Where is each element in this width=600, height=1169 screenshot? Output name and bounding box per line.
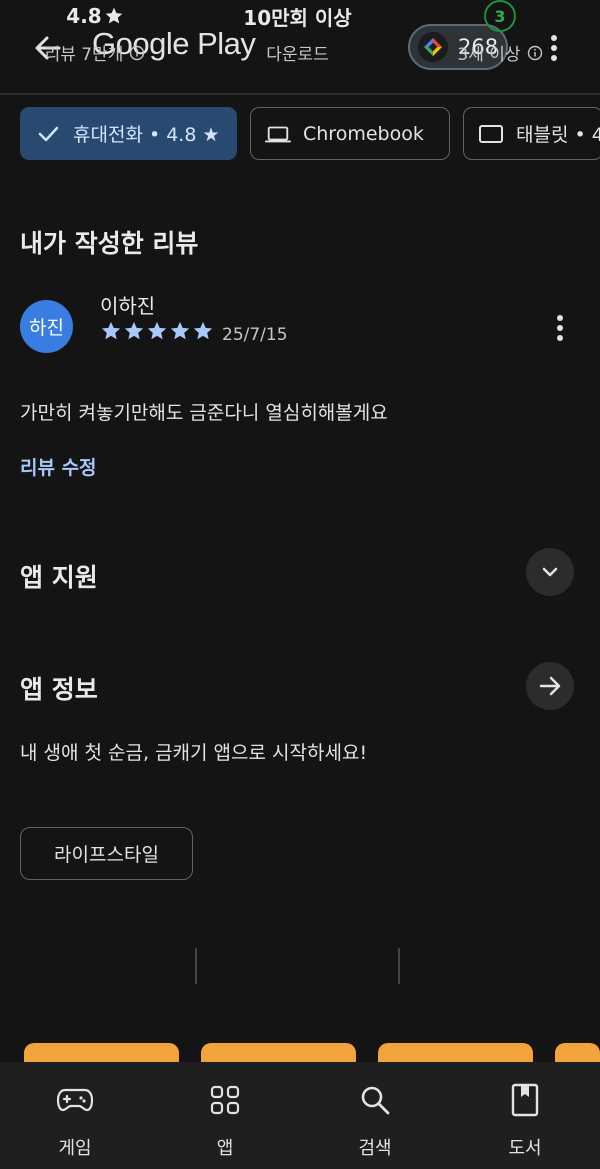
star-icon (147, 321, 167, 340)
downloads-label: 다운로드 (266, 45, 329, 65)
check-icon (35, 121, 61, 147)
rating-value: 4.8 (66, 4, 102, 28)
tablet-icon (478, 121, 504, 147)
review-date: 25/7/15 (222, 325, 288, 345)
more-vert-icon (557, 315, 563, 341)
app-info-open-button[interactable] (526, 662, 574, 710)
nav-label: 앱 (216, 1138, 234, 1159)
chip-chromebook[interactable]: Chromebook (250, 107, 450, 160)
chevron-down-icon (542, 567, 558, 577)
rating-label: 리뷰 7만개 (44, 45, 124, 65)
app-support-heading: 앱 지원 (20, 563, 98, 592)
info-icon (527, 45, 542, 60)
top-divider (0, 93, 600, 95)
star-icon (124, 321, 144, 340)
chip-label: 휴대전화 • 4.8 ★ (73, 124, 220, 146)
nav-item-games[interactable]: 게임 (0, 1062, 150, 1169)
bottom-navigation: 게임 앱 검색 도서 (0, 1062, 600, 1169)
edit-review-link[interactable]: 리뷰 수정 (20, 453, 97, 480)
chip-label: 태블릿 • 4 (516, 124, 600, 146)
downloads-value: 10만회 이상 (243, 5, 352, 30)
age-label: 3세 이상 (457, 45, 521, 65)
star-icon (105, 7, 123, 24)
app-info-heading: 앱 정보 (20, 675, 98, 704)
info-icon (130, 45, 145, 60)
review-text: 가만히 켜놓기만해도 금준다니 열심히해볼게요 (20, 402, 388, 424)
nav-label: 게임 (58, 1138, 92, 1159)
apps-grid-icon (207, 1082, 243, 1118)
chip-label: Chromebook (303, 122, 424, 145)
gamepad-icon (57, 1082, 93, 1118)
book-icon (507, 1082, 543, 1118)
chip-tablet[interactable]: 태블릿 • 4 (463, 107, 600, 160)
star-icon (170, 321, 190, 340)
search-icon (357, 1082, 393, 1118)
nav-label: 도서 (508, 1138, 542, 1159)
nav-item-books[interactable]: 도서 (450, 1062, 600, 1169)
app-support-expand-button[interactable] (526, 548, 574, 596)
category-tag[interactable]: 라이프스타일 (20, 827, 193, 880)
age-rating-badge: 3 (484, 0, 516, 32)
my-review-heading: 내가 작성한 리뷰 (20, 229, 199, 258)
reviewer-name: 이하진 (100, 294, 156, 318)
stat-divider (398, 948, 400, 984)
stat-divider (195, 948, 197, 984)
nav-item-search[interactable]: 검색 (300, 1062, 450, 1169)
stat-age-rating[interactable]: 3 3세 이상 (425, 0, 575, 65)
arrow-forward-icon (539, 676, 561, 696)
star-icon (101, 321, 121, 340)
laptop-icon (265, 121, 291, 147)
review-more-button[interactable] (546, 308, 574, 348)
star-rating (100, 320, 214, 342)
stat-rating[interactable]: 4.8 리뷰 7만개 (20, 0, 170, 65)
nav-label: 검색 (358, 1138, 392, 1159)
star-icon (193, 321, 213, 340)
chip-phone[interactable]: 휴대전화 • 4.8 ★ (20, 107, 237, 160)
app-description: 내 생애 첫 순금, 금캐기 앱으로 시작하세요! (20, 742, 368, 764)
avatar: 하진 (20, 300, 73, 353)
nav-item-apps[interactable]: 앱 (150, 1062, 300, 1169)
stat-downloads: 10만회 이상 다운로드 (205, 0, 390, 66)
